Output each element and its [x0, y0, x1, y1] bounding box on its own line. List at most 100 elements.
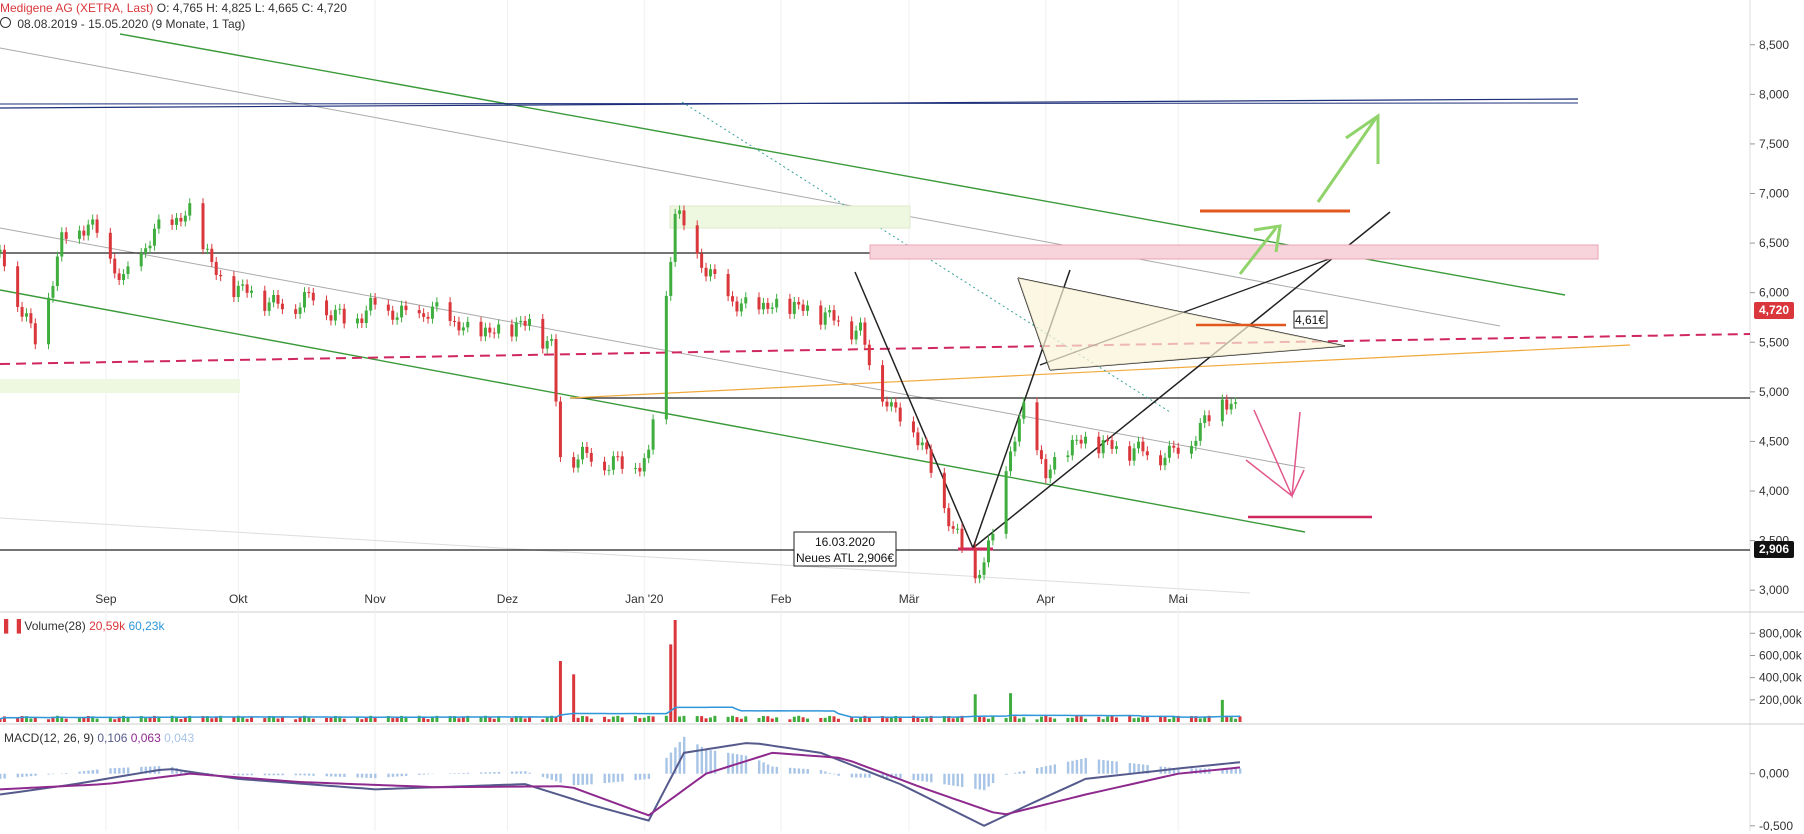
- macd-histogram-bar: [1107, 761, 1109, 774]
- candle-body: [1177, 448, 1180, 454]
- volume-bar: [215, 718, 218, 722]
- candle-body: [859, 322, 862, 330]
- macd-histogram-bar: [612, 774, 614, 783]
- candle-body: [188, 203, 191, 215]
- macd-histogram-bar: [127, 767, 129, 773]
- candle-body: [793, 302, 796, 314]
- support-zone: [0, 379, 240, 393]
- volume-bar: [1018, 719, 1021, 722]
- x-tick-label: Sep: [95, 592, 117, 606]
- macd-histogram-bar: [361, 774, 363, 778]
- candle-body: [1194, 441, 1197, 446]
- macd-histogram-bar: [696, 744, 698, 773]
- candle-body: [250, 291, 253, 293]
- candle-body: [885, 402, 888, 407]
- volume-bar: [1168, 719, 1171, 722]
- x-tick-label: Apr: [1036, 592, 1055, 606]
- candle-body: [34, 323, 37, 344]
- candle-body: [365, 311, 368, 323]
- volume-bar: [1084, 719, 1087, 722]
- macd-histogram-bar: [665, 758, 667, 774]
- volume-bar: [974, 694, 977, 722]
- candle-body: [577, 459, 580, 467]
- macd-histogram-bar: [1054, 764, 1056, 773]
- candle-body: [122, 274, 125, 280]
- candle-body: [78, 231, 81, 239]
- macd-histogram-bar: [171, 767, 173, 774]
- chart-header-range: 08.08.2019 - 15.05.2020 (9 Monate, 1 Tag…: [0, 17, 245, 31]
- macd-histogram-bar: [493, 772, 495, 774]
- volume-bar: [616, 716, 619, 722]
- macd-histogram-bar: [974, 774, 976, 789]
- macd-value-3: 0,043: [164, 731, 194, 745]
- volume-bar: [603, 717, 606, 722]
- macd-histogram-bar: [864, 774, 866, 778]
- volume-bar: [360, 719, 363, 722]
- candle-body: [118, 273, 121, 280]
- candle-body: [457, 322, 460, 331]
- candle-body: [3, 250, 6, 267]
- volume-bar: [731, 716, 734, 722]
- candle-body: [418, 310, 421, 313]
- x-tick-label: Mär: [899, 592, 920, 606]
- volume-bar: [559, 661, 562, 722]
- macd-histogram-bar: [83, 771, 85, 774]
- macd-histogram-bar: [109, 768, 111, 773]
- candle-body: [766, 303, 769, 309]
- candle-body: [396, 317, 399, 319]
- volume-bar: [528, 717, 531, 722]
- candle-body: [435, 302, 438, 306]
- volume-bar: [581, 716, 584, 722]
- macd-histogram-bar: [643, 774, 645, 780]
- macd-histogram-bar: [586, 774, 588, 785]
- macd-histogram-bar: [577, 774, 579, 785]
- macd-y-tick-label: 0,000: [1759, 767, 1789, 781]
- green-arrow-large: [1318, 116, 1378, 202]
- ohlc-values: O: 4,765 H: 4,825 L: 4,665 C: 4,720: [157, 1, 347, 15]
- volume-bar: [149, 718, 152, 722]
- volume-bar: [634, 716, 637, 722]
- candle-body: [1084, 437, 1087, 444]
- macd-histogram-bar: [308, 774, 310, 776]
- volume-bar: [1199, 718, 1202, 722]
- candle-body: [1102, 440, 1105, 453]
- candle-body: [546, 341, 549, 349]
- volume-bar: [890, 718, 893, 722]
- candle-body: [479, 322, 482, 337]
- volume-bar: [1203, 717, 1206, 722]
- candle-body: [466, 322, 469, 328]
- candle-body: [268, 302, 271, 310]
- candle-body: [144, 248, 147, 253]
- candle-body: [731, 296, 734, 301]
- macd-histogram-bar: [392, 774, 394, 777]
- volume-value-1: 20,59k: [89, 619, 125, 633]
- candle-body: [590, 453, 593, 462]
- candle-body: [925, 442, 928, 449]
- candle-body: [277, 295, 280, 304]
- y-tick-label: 4,500: [1759, 434, 1789, 448]
- macd-histogram-bar: [268, 774, 270, 776]
- candle-body: [1199, 423, 1202, 441]
- candle-body: [369, 298, 372, 311]
- candle-body: [1049, 470, 1052, 479]
- volume-bar: [524, 719, 527, 722]
- volume-bar: [740, 719, 743, 722]
- volume-bar: [837, 719, 840, 722]
- macd-histogram-bar: [87, 771, 89, 774]
- macd-histogram-bar: [1111, 761, 1113, 774]
- macd-histogram-bar: [0, 774, 1, 779]
- candle-body: [25, 313, 28, 316]
- macd-histogram-bar: [581, 774, 583, 785]
- macd-histogram-bar: [608, 774, 610, 783]
- volume-bar: [638, 718, 641, 722]
- candle-body: [978, 575, 981, 578]
- macd-histogram-bar: [273, 774, 275, 776]
- candle-body: [56, 257, 59, 287]
- resistance-zone: [870, 245, 1598, 259]
- volume-bar: [1128, 716, 1131, 722]
- volume-bar: [828, 716, 831, 722]
- candle-body: [983, 562, 986, 575]
- volume-bar: [1066, 718, 1069, 722]
- candle-body: [206, 249, 209, 250]
- candle-body: [960, 529, 963, 548]
